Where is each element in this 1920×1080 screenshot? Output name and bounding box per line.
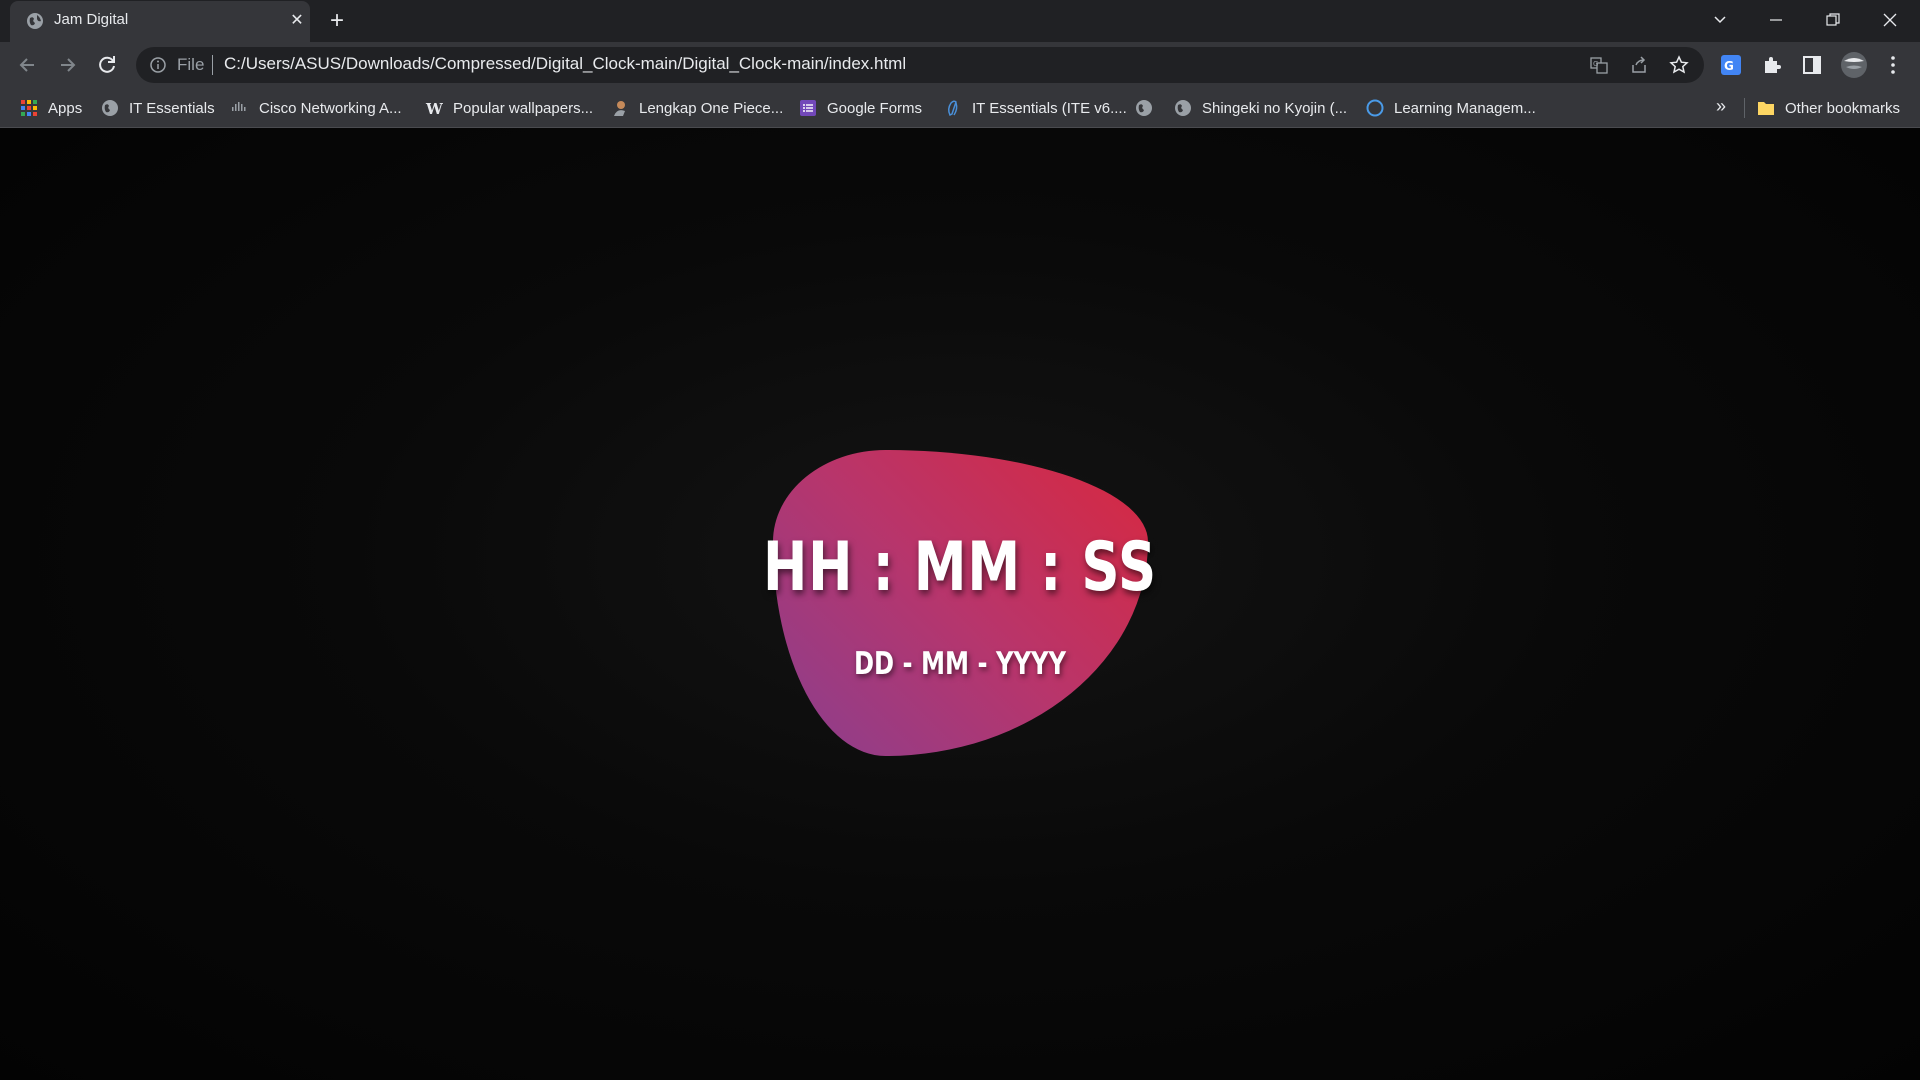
bookmark-apps[interactable]: Apps: [20, 96, 82, 120]
tab-active[interactable]: Jam Digital ✕: [10, 1, 310, 42]
link-icon: [947, 100, 958, 117]
bookmarks-bar: Apps IT Essentials Cisco Networking A...…: [0, 88, 1920, 128]
clock-time: HH : MM : SS: [762, 528, 1157, 607]
browser-chrome: Jam Digital ✕ + File C:/Users/ASUS/Downl…: [0, 0, 1920, 128]
kebab-menu-icon[interactable]: [1881, 53, 1905, 77]
bookmark-label: Shingeki no Kyojin (...: [1202, 99, 1348, 117]
folder-icon: [1758, 102, 1774, 115]
url-separator: [212, 55, 213, 75]
bookmark-google-forms[interactable]: Google Forms: [799, 96, 922, 120]
globe-icon: [1136, 100, 1152, 116]
bookmark-lengkap-one-piece[interactable]: Lengkap One Piece...: [611, 96, 783, 120]
bookmark-popular-wallpapers[interactable]: W Popular wallpapers...: [425, 96, 593, 120]
bookmark-label: Popular wallpapers...: [453, 99, 594, 117]
url-text[interactable]: C:/Users/ASUS/Downloads/Compressed/Digit…: [224, 54, 906, 74]
extensions-puzzle-icon[interactable]: [1760, 53, 1784, 77]
close-icon: [1883, 13, 1897, 27]
other-bookmarks-label: Other bookmarks: [1785, 99, 1901, 117]
restore-button[interactable]: [1813, 6, 1853, 34]
star-icon[interactable]: [1669, 55, 1689, 75]
apps-grid-icon: [21, 100, 37, 116]
svg-text:W: W: [425, 100, 443, 117]
profile-avatar[interactable]: [1840, 51, 1868, 79]
bookmark-label: Cisco Networking A...: [259, 99, 402, 117]
minimize-button[interactable]: [1756, 6, 1796, 34]
forward-arrow-icon[interactable]: [53, 51, 81, 79]
side-panel-icon[interactable]: [1800, 53, 1824, 77]
reload-icon[interactable]: [93, 51, 121, 79]
globe-icon: [102, 100, 118, 116]
minimize-icon: [1770, 19, 1782, 21]
restore-icon: [1826, 13, 1840, 26]
globe-icon: [27, 13, 43, 29]
back-arrow-icon[interactable]: [14, 51, 42, 79]
circle-icon: [1366, 99, 1384, 117]
more-bookmarks-chevron-icon[interactable]: »: [1716, 96, 1726, 117]
bookmark-globe[interactable]: [1135, 96, 1153, 120]
url-scheme-label: File: [177, 55, 205, 74]
cisco-icon: [232, 102, 246, 111]
tab-close-icon[interactable]: ✕: [288, 12, 306, 30]
bookmark-label: IT Essentials: [129, 99, 215, 117]
tab-search-button[interactable]: [1700, 6, 1740, 34]
bookmark-label: Google Forms: [827, 99, 923, 117]
close-window-button[interactable]: [1870, 6, 1910, 34]
tab-strip: Jam Digital ✕ +: [0, 0, 1920, 42]
toolbar: File C:/Users/ASUS/Downloads/Compressed/…: [0, 42, 1920, 88]
bookmark-it-essentials[interactable]: IT Essentials: [101, 96, 215, 120]
character-icon: [614, 101, 625, 116]
forms-icon: [800, 100, 816, 116]
bookmark-label: Learning Managem...: [1394, 99, 1536, 117]
address-bar[interactable]: File C:/Users/ASUS/Downloads/Compressed/…: [136, 47, 1704, 83]
other-bookmarks-folder[interactable]: Other bookmarks: [1757, 96, 1900, 120]
bookmark-shingeki-no-kyojin[interactable]: Shingeki no Kyojin (...: [1174, 96, 1347, 120]
page-content: HH : MM : SS DD - MM - YYYY: [0, 128, 1920, 1080]
bookmarks-divider: [1744, 98, 1745, 118]
bookmark-cisco-networking[interactable]: Cisco Networking A...: [231, 96, 402, 120]
chevron-down-icon: [1714, 16, 1726, 24]
w-logo-icon: W: [425, 100, 443, 117]
svg-text:G: G: [1593, 60, 1598, 68]
info-icon[interactable]: [149, 56, 167, 74]
tab-title: Jam Digital: [54, 11, 129, 28]
bookmark-label: IT Essentials (ITE v6....: [972, 99, 1127, 117]
translate-icon[interactable]: G: [1589, 55, 1609, 75]
bookmark-learning-management[interactable]: Learning Managem...: [1366, 96, 1536, 120]
google-translate-extension-icon[interactable]: G: [1719, 53, 1743, 77]
share-icon[interactable]: [1629, 55, 1649, 75]
new-tab-button[interactable]: +: [325, 9, 349, 33]
globe-icon: [1175, 100, 1191, 116]
svg-text:G: G: [1724, 59, 1734, 73]
bookmark-it-essentials-ite[interactable]: IT Essentials (ITE v6....: [944, 96, 1127, 120]
clock-date: DD - MM - YYYY: [853, 646, 1067, 682]
bookmark-label: Apps: [48, 99, 83, 117]
bookmark-label: Lengkap One Piece...: [639, 99, 784, 117]
